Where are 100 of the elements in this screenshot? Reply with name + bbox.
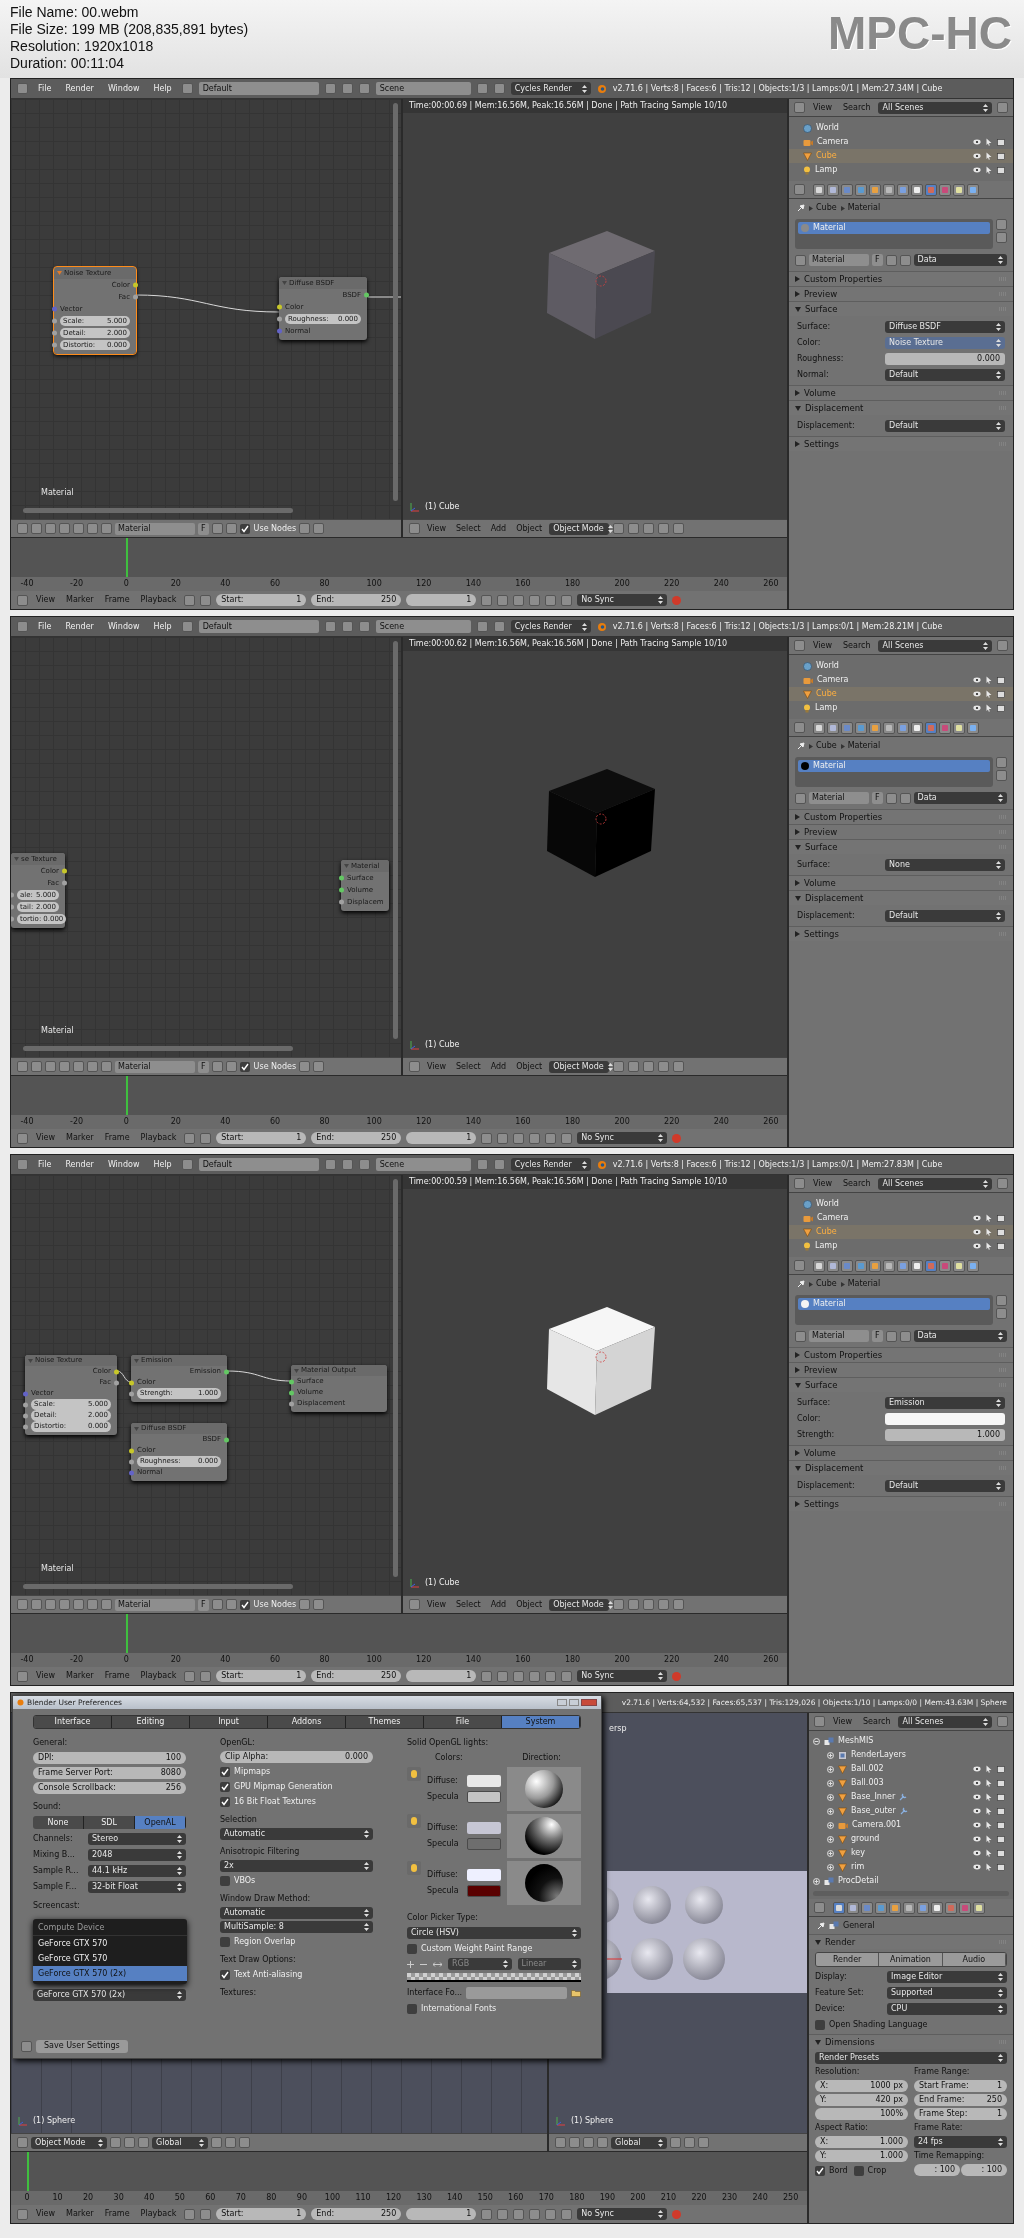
sound-setting-dropdown[interactable]: 2048 [88, 1848, 186, 1861]
outliner-row[interactable]: Camera [789, 673, 1013, 687]
properties-tab[interactable] [869, 1259, 881, 1272]
properties-tab[interactable] [813, 1259, 825, 1272]
shader-dropdown[interactable]: Default [885, 1479, 1005, 1492]
render-setting-dropdown[interactable]: Image Editor [887, 1970, 1007, 1983]
sound-option[interactable]: SDL [84, 1816, 135, 1829]
diffuse-color-swatch[interactable] [467, 1775, 501, 1787]
multisample-dropdown[interactable]: MultiSample: 8 [220, 1921, 373, 1933]
horizontal-scrollbar[interactable] [23, 1584, 293, 1589]
font-path-field[interactable] [466, 1987, 567, 1999]
checkbox[interactable] [220, 1969, 230, 1980]
menu-item[interactable]: Search [840, 101, 874, 114]
expand-toggle[interactable] [827, 1751, 834, 1759]
outliner-row[interactable]: Ball.002 [809, 1762, 1013, 1776]
menu-item[interactable]: Playback [137, 1670, 180, 1683]
checkbox[interactable] [220, 1875, 230, 1886]
checkbox[interactable] [407, 1943, 417, 1954]
node-socket[interactable] [11, 904, 14, 910]
panel-header[interactable]: Displacement [789, 890, 1013, 905]
node-socket[interactable] [52, 306, 57, 312]
layout-field[interactable]: Default [198, 1158, 319, 1171]
render-engine-dropdown[interactable]: Cycles Render [510, 82, 591, 95]
timeline-area[interactable] [11, 2152, 807, 2192]
specular-color-swatch[interactable] [467, 1791, 501, 1803]
number-field[interactable]: 1.000 [885, 1428, 1005, 1441]
vertical-scrollbar[interactable] [393, 1179, 398, 1577]
number-field[interactable]: : 100 [914, 2164, 960, 2176]
diffuse-color-swatch[interactable] [467, 1869, 501, 1881]
menu-item[interactable]: View [424, 1060, 449, 1073]
panel-header[interactable]: Custom Properties [789, 809, 1013, 824]
preferences-tab[interactable]: Themes [346, 1716, 424, 1728]
scene-filter-dropdown[interactable]: All Scenes [898, 1715, 992, 1728]
expand-toggle[interactable] [827, 1807, 834, 1815]
material-name-field[interactable]: Material [115, 1060, 195, 1073]
number-field[interactable]: : 100 [961, 2164, 1007, 2176]
node-editor-canvas[interactable] [11, 1175, 401, 1595]
light-direction-preview[interactable] [507, 1861, 581, 1905]
properties-tab[interactable] [953, 721, 965, 734]
properties-tab[interactable] [827, 183, 839, 196]
menu-item[interactable]: Select [453, 1598, 484, 1611]
outliner-row[interactable]: Lamp [789, 1239, 1013, 1253]
number-field[interactable]: Y: 420 px [815, 2094, 908, 2106]
end-frame-field[interactable]: End: 250 [311, 1132, 402, 1145]
menu-item[interactable]: View [33, 1670, 58, 1683]
node-socket[interactable] [52, 342, 57, 348]
render-engine-dropdown[interactable]: Cycles Render [510, 620, 591, 633]
expand-toggle[interactable] [827, 1849, 834, 1857]
panel-header[interactable]: Displacement [789, 400, 1013, 415]
node-socket[interactable] [52, 330, 57, 336]
number-field[interactable]: X: 1.000 [815, 2136, 908, 2148]
render-action-button[interactable]: Animation [879, 1953, 943, 1966]
panel-header[interactable]: Settings [789, 436, 1013, 451]
checkbox[interactable] [239, 523, 250, 534]
menu-item[interactable]: Help [149, 620, 176, 633]
layout-field[interactable]: Default [198, 620, 319, 633]
material-name-field[interactable]: Material [115, 1598, 195, 1611]
outliner-row[interactable]: Base_Inner [809, 1790, 1013, 1804]
layout-field[interactable]: Default [198, 82, 319, 95]
orientation-dropdown[interactable]: Global [611, 2136, 667, 2149]
menu-item[interactable]: File [34, 1158, 56, 1171]
menu-item[interactable]: View [810, 101, 835, 114]
diffuse-color-swatch[interactable] [467, 1822, 501, 1834]
checkbox[interactable] [815, 2019, 825, 2030]
sync-dropdown[interactable]: No Sync [577, 1670, 668, 1683]
number-field[interactable]: 100% [815, 2108, 908, 2120]
node-socket[interactable] [289, 1401, 294, 1406]
menu-item[interactable]: View [33, 1132, 58, 1145]
scene-field[interactable]: Scene [375, 82, 471, 95]
sound-option[interactable]: None [33, 1816, 84, 1829]
panel-header[interactable]: Displacement [789, 1460, 1013, 1475]
menu-item[interactable]: Playback [137, 594, 180, 607]
menu-item[interactable]: View [33, 594, 58, 607]
properties-tab[interactable] [953, 1259, 965, 1272]
node-socket[interactable] [289, 1390, 294, 1395]
menu-item[interactable]: Frame [101, 1132, 133, 1145]
number-field[interactable]: DPI: 100 [33, 1752, 186, 1764]
node-socket[interactable] [224, 1437, 229, 1442]
node-socket[interactable] [52, 318, 57, 324]
node-socket[interactable] [62, 880, 67, 886]
current-frame-field[interactable]: 1 [406, 1132, 477, 1145]
node-socket[interactable] [114, 1369, 119, 1374]
fake-user-button[interactable]: F [198, 1060, 209, 1073]
scene-filter-dropdown[interactable]: All Scenes [878, 639, 992, 652]
properties-tab[interactable] [967, 1259, 979, 1272]
menu-item[interactable]: View [830, 1715, 855, 1728]
node-socket[interactable] [339, 887, 344, 893]
scene-field[interactable]: Scene [375, 620, 471, 633]
anisotropic-dropdown[interactable]: 2x [220, 1860, 373, 1872]
horizontal-scrollbar[interactable] [23, 508, 293, 513]
current-frame-field[interactable]: 1 [406, 594, 477, 607]
horizontal-scrollbar[interactable] [23, 1046, 293, 1051]
link-dropdown[interactable]: Data [913, 254, 1007, 266]
menu-item[interactable]: Help [149, 1158, 176, 1171]
menu-item[interactable]: Object [513, 1598, 546, 1611]
breadcrumb-item[interactable]: Cube [816, 740, 837, 752]
outliner-row[interactable]: Lamp [789, 701, 1013, 715]
outliner-row[interactable]: ground [809, 1832, 1013, 1846]
node-socket[interactable] [23, 1413, 28, 1418]
menu-item[interactable]: Add [487, 1060, 510, 1073]
